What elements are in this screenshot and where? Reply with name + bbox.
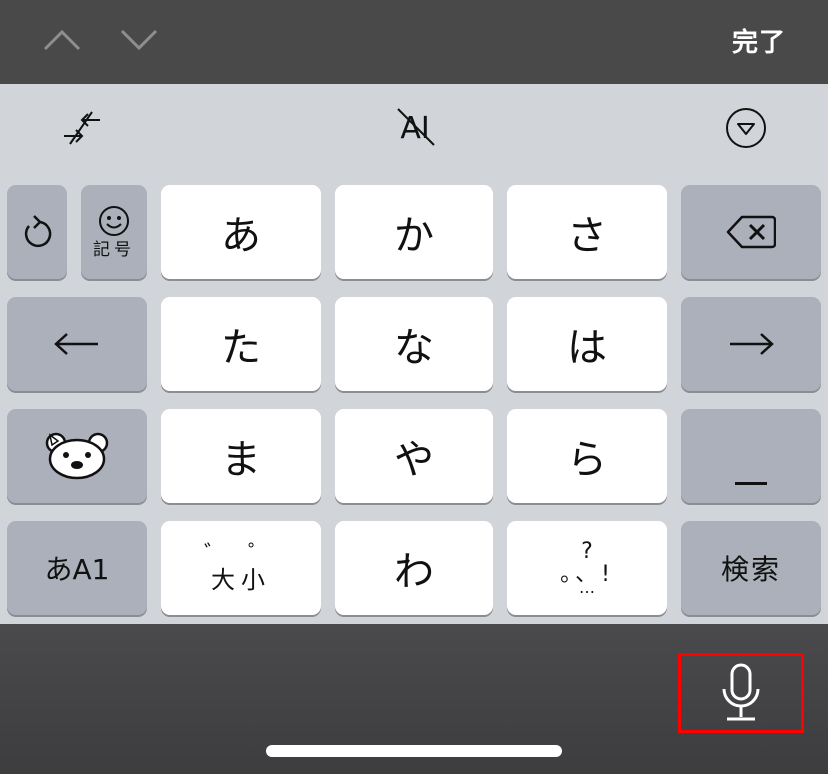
undo-key[interactable] — [7, 185, 67, 279]
kaomoji-key[interactable] — [7, 409, 147, 503]
key-ma[interactable]: ま — [161, 409, 321, 503]
key-ta[interactable]: た — [161, 297, 321, 391]
delete-icon — [726, 215, 776, 249]
smiley-icon — [99, 205, 129, 236]
cursor-right-key[interactable] — [681, 297, 821, 391]
japanese-flick-keyboard: AI 記号 あ か さ た な は ま や ら あA1 ゛゜ 大小 わ ? 。、… — [0, 84, 828, 624]
keyboard-bottom-bar — [0, 624, 828, 774]
cursor-left-key[interactable] — [7, 297, 147, 391]
symbol-label: 記号 — [93, 239, 135, 260]
next-field-button[interactable] — [117, 20, 161, 60]
input-mode-key[interactable]: あA1 — [7, 521, 147, 615]
compress-arrows-icon — [64, 111, 100, 145]
ai-toggle-button[interactable]: AI — [385, 104, 445, 152]
size-toggle-label: 大小 — [211, 566, 271, 594]
keyboard-accessory-bar: 完了 — [0, 0, 828, 84]
key-wa[interactable]: わ — [335, 521, 493, 615]
long-vowel-key[interactable] — [681, 409, 821, 503]
question-mark: ? — [581, 538, 593, 564]
key-ka[interactable]: か — [335, 185, 493, 279]
done-button[interactable]: 完了 — [732, 22, 786, 59]
keyboard-dismiss-button[interactable] — [718, 104, 774, 152]
key-na[interactable]: な — [335, 297, 493, 391]
keyboard-shrink-button[interactable] — [54, 104, 110, 152]
chevron-down-icon — [120, 29, 158, 51]
ellipsis-mark: … — [579, 577, 595, 597]
dictation-button[interactable] — [678, 653, 804, 733]
key-ra[interactable]: ら — [507, 409, 667, 503]
microphone-icon — [722, 663, 760, 721]
backspace-key[interactable] — [681, 185, 821, 279]
punctuation-key[interactable]: ? 。、! … — [507, 521, 667, 615]
long-vowel-mark — [735, 482, 767, 485]
dakuten-marks: ゛゜ — [203, 542, 292, 567]
dakuten-small-key[interactable]: ゛゜ 大小 — [161, 521, 321, 615]
circle-triangle-down-icon — [726, 108, 766, 148]
key-ha[interactable]: は — [507, 297, 667, 391]
key-ya[interactable]: や — [335, 409, 493, 503]
home-indicator[interactable] — [266, 745, 562, 757]
search-key[interactable]: 検索 — [681, 521, 821, 615]
arrow-left-icon — [54, 333, 98, 355]
undo-icon — [24, 215, 52, 248]
key-a[interactable]: あ — [161, 185, 321, 279]
arrow-right-icon — [730, 333, 774, 355]
emoji-symbol-key[interactable]: 記号 — [81, 185, 147, 279]
chevron-up-icon — [43, 29, 81, 51]
key-sa[interactable]: さ — [507, 185, 667, 279]
previous-field-button[interactable] — [40, 20, 84, 60]
strike-through-icon — [397, 107, 436, 146]
bear-face-icon — [45, 432, 109, 480]
